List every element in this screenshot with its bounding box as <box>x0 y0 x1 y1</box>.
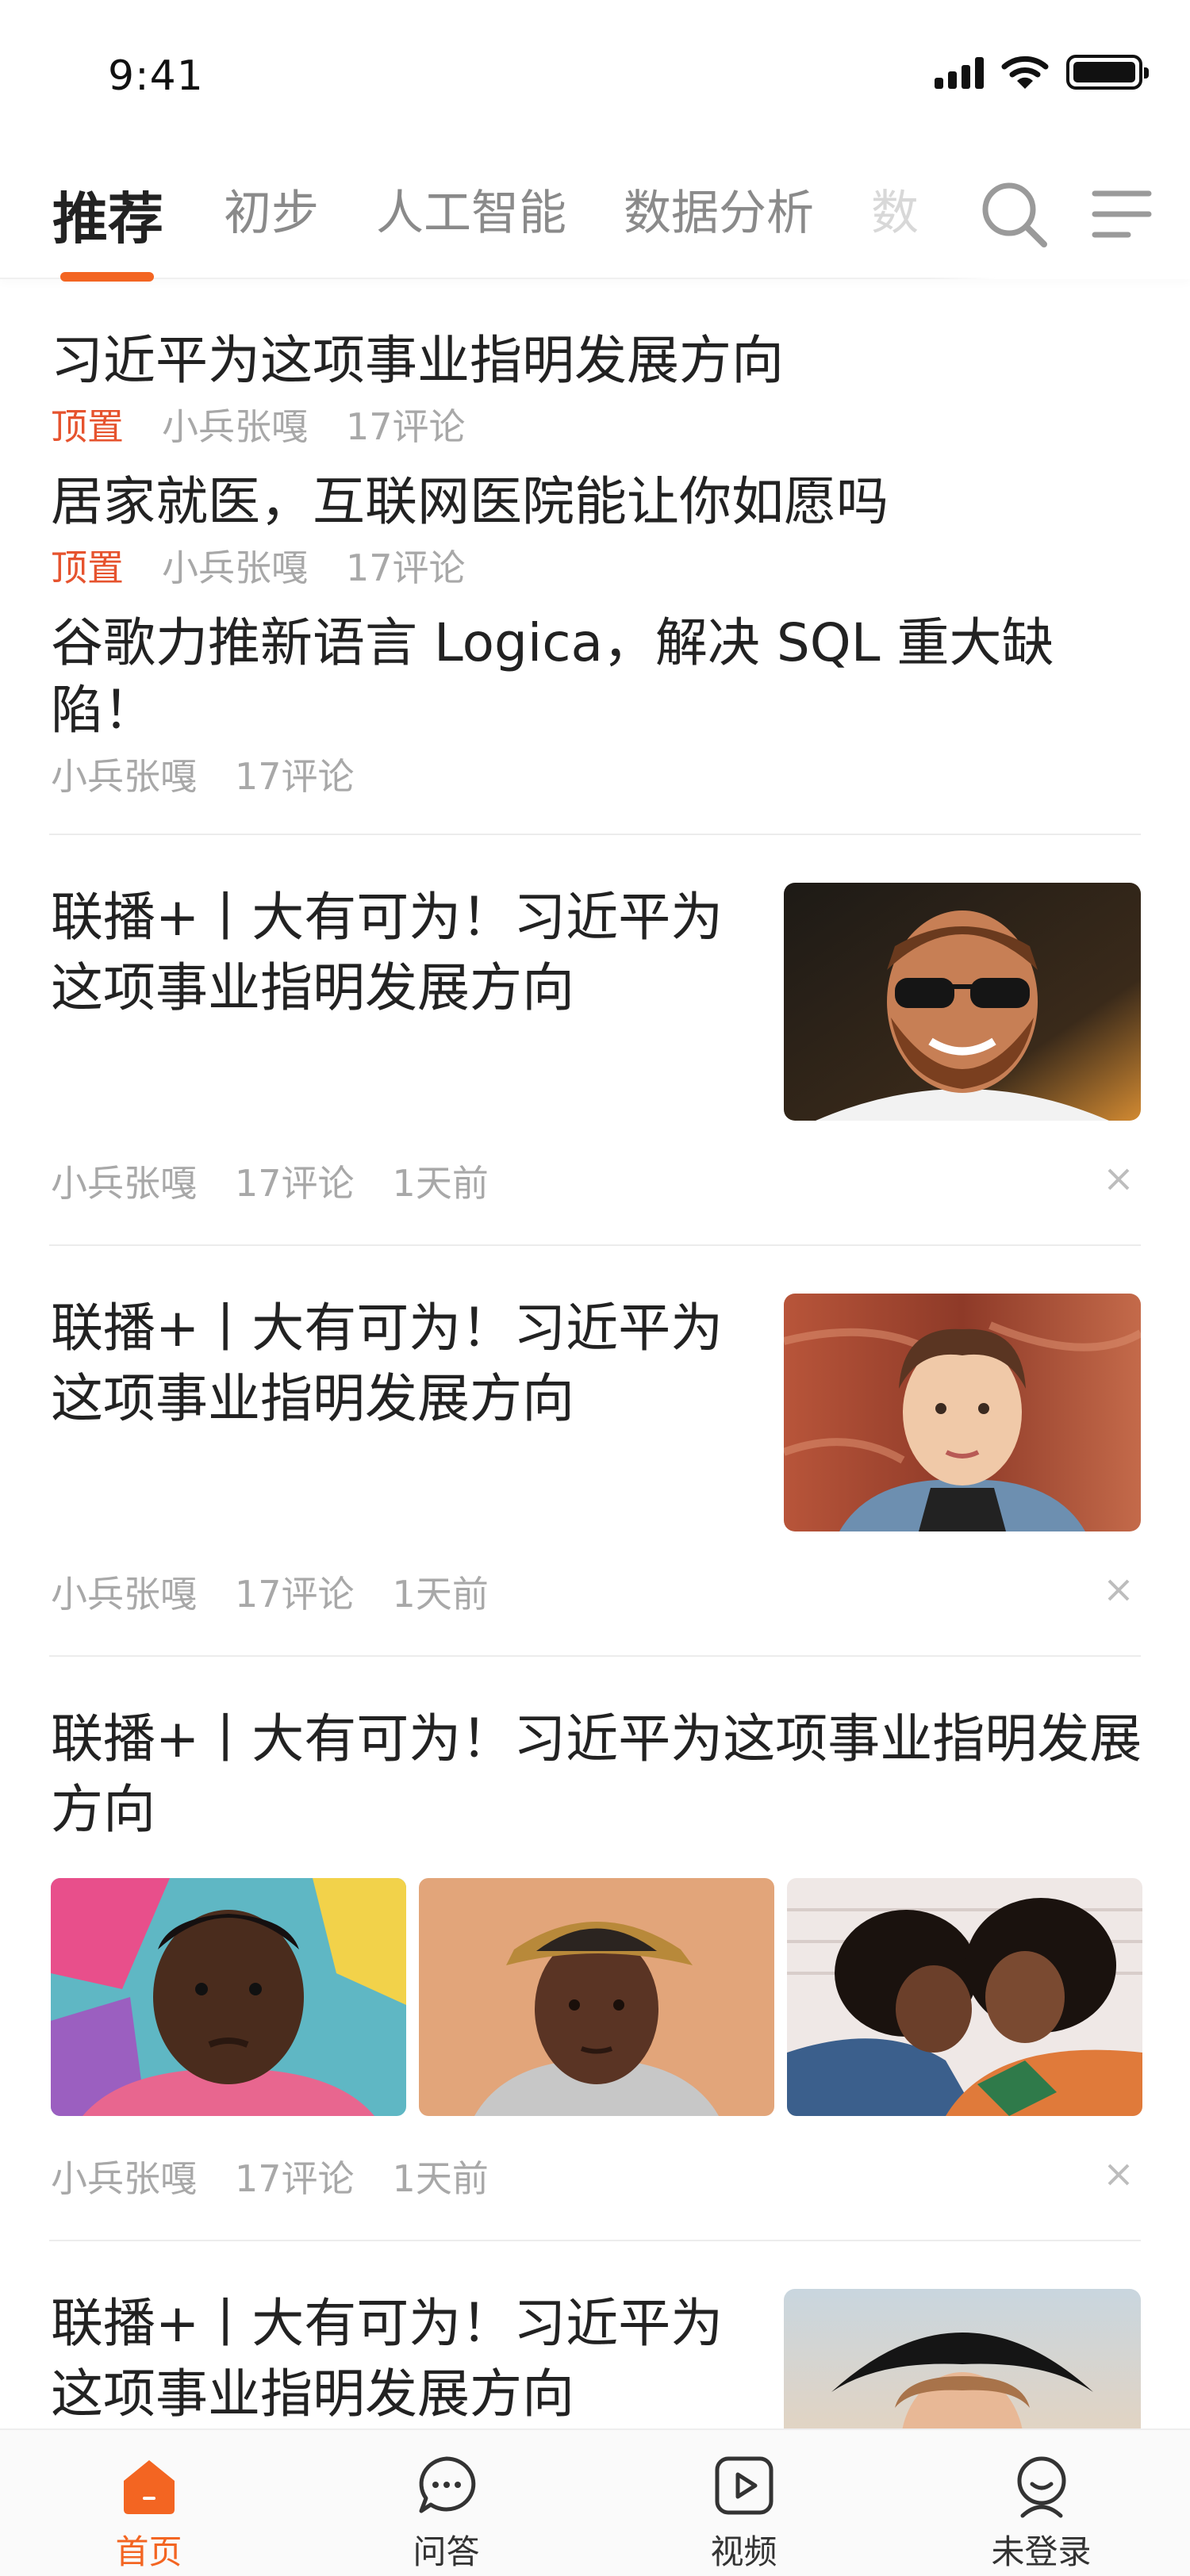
pinned-tag: 顶置 <box>51 546 124 589</box>
nav-profile[interactable]: 未登录 <box>892 2430 1190 2576</box>
nav-home[interactable]: 首页 <box>0 2430 298 2576</box>
article-title: 联播+丨大有可为！习近平为这项事业指明发展方向 <box>51 2293 724 2425</box>
category-tab-bar: 推荐 初步 人工智能 数据分析 数 <box>0 151 1190 282</box>
user-icon <box>1017 2456 1065 2518</box>
battery-icon <box>1066 55 1149 90</box>
article-thumbnail <box>784 883 1141 1121</box>
pinned-item[interactable]: 谷歌力推新语言 Logica，解决 SQL 重大缺陷！ 小兵张嘎 17评论 <box>51 609 1139 801</box>
nav-label: 问答 <box>413 2532 480 2571</box>
comment-count: 17评论 <box>235 1573 355 1616</box>
status-icons <box>935 54 1149 90</box>
article-title: 联播+丨大有可为！习近平为这项事业指明发展方向 <box>51 1708 1142 1840</box>
category-tabs: 推荐 初步 人工智能 数据分析 数 <box>52 174 925 286</box>
article-card[interactable]: 联播+丨大有可为！习近平为这项事业指明发展方向 小兵张嘎 17评论 1天前 <box>0 835 1190 1213</box>
tab-ai[interactable]: 人工智能 <box>376 174 566 275</box>
video-play-icon <box>715 2456 773 2515</box>
menu-icon[interactable] <box>1090 182 1154 246</box>
comment-count: 17评论 <box>346 404 466 448</box>
article-thumbnail <box>51 1878 406 2117</box>
article-meta: 小兵张嘎 17评论 1天前 <box>51 2145 1141 2208</box>
chat-icon <box>419 2456 475 2513</box>
author: 小兵张嘎 <box>51 755 197 799</box>
nav-label: 未登录 <box>991 2532 1092 2571</box>
tab-more[interactable]: 数 <box>871 174 919 275</box>
author: 小兵张嘎 <box>51 1573 197 1616</box>
close-icon[interactable] <box>1103 2159 1134 2191</box>
tab-label: 人工智能 <box>376 186 566 241</box>
comment-count: 17评论 <box>235 2157 355 2201</box>
article-thumbnail <box>784 2289 1141 2428</box>
tab-beginner[interactable]: 初步 <box>224 174 319 275</box>
article-card[interactable]: 联播+丨大有可为！习近平为这项事业指明发展方向 <box>0 2241 1190 2428</box>
publish-time: 1天前 <box>392 1162 489 1206</box>
article-card[interactable]: 联播+丨大有可为！习近平为这项事业指明发展方向 <box>0 1657 1190 2208</box>
article-meta: 小兵张嘎 17评论 <box>51 748 1139 800</box>
nav-label: 首页 <box>115 2532 182 2571</box>
image-gallery <box>51 1878 1142 2117</box>
tab-recommend[interactable]: 推荐 <box>52 174 163 286</box>
bottom-nav: 首页 问答 视频 未登录 <box>0 2428 1190 2576</box>
author: 小兵张嘎 <box>162 404 308 448</box>
article-meta: 小兵张嘎 17评论 1天前 <box>51 1560 1141 1623</box>
nav-label: 视频 <box>710 2532 777 2571</box>
pinned-item[interactable]: 习近平为这项事业指明发展方向 顶置 小兵张嘎 17评论 <box>51 327 1139 450</box>
home-icon <box>123 2460 175 2514</box>
article-title: 联播+丨大有可为！习近平为这项事业指明发展方向 <box>51 887 724 1018</box>
article-meta: 小兵张嘎 17评论 1天前 <box>51 1149 1141 1213</box>
tab-label: 初步 <box>224 186 319 241</box>
comment-count: 17评论 <box>346 546 466 589</box>
comment-count: 17评论 <box>235 755 355 799</box>
nav-qa[interactable]: 问答 <box>298 2430 595 2576</box>
tab-actions <box>928 151 1190 279</box>
tab-label: 数据分析 <box>624 186 814 241</box>
nav-video[interactable]: 视频 <box>595 2430 892 2576</box>
status-time: 9:41 <box>108 52 204 100</box>
news-feed[interactable]: 习近平为这项事业指明发展方向 顶置 小兵张嘎 17评论 居家就医，互联网医院能让… <box>0 279 1190 2428</box>
pinned-item[interactable]: 居家就医，互联网医院能让你如愿吗 顶置 小兵张嘎 17评论 <box>51 468 1139 592</box>
article-title: 习近平为这项事业指明发展方向 <box>51 330 784 391</box>
article-title: 居家就医，互联网医院能让你如愿吗 <box>51 470 889 532</box>
publish-time: 1天前 <box>392 2157 489 2201</box>
author: 小兵张嘎 <box>51 1162 197 1206</box>
article-meta: 顶置 小兵张嘎 17评论 <box>51 398 1139 450</box>
author: 小兵张嘎 <box>162 546 308 589</box>
pinned-tag: 顶置 <box>51 404 124 448</box>
article-card[interactable]: 联播+丨大有可为！习近平为这项事业指明发展方向 小兵张嘎 17评论 1天前 <box>0 1246 1190 1623</box>
article-thumbnail <box>419 1878 774 2117</box>
search-icon[interactable] <box>979 179 1050 251</box>
comment-count: 17评论 <box>235 1162 355 1206</box>
article-meta: 顶置 小兵张嘎 17评论 <box>51 539 1139 592</box>
publish-time: 1天前 <box>392 1573 489 1616</box>
author: 小兵张嘎 <box>51 2157 197 2201</box>
article-title: 谷歌力推新语言 Logica，解决 SQL 重大缺陷！ <box>51 611 1054 742</box>
tab-label: 推荐 <box>52 186 163 251</box>
cellular-signal-icon <box>935 56 984 89</box>
close-icon[interactable] <box>1103 1574 1134 1606</box>
article-thumbnail <box>784 1294 1141 1532</box>
tab-label: 数 <box>871 186 919 241</box>
wifi-icon <box>1001 56 1049 89</box>
close-icon[interactable] <box>1103 1163 1134 1195</box>
article-title: 联播+丨大有可为！习近平为这项事业指明发展方向 <box>51 1298 724 1429</box>
status-bar: 9:41 <box>0 0 1190 151</box>
article-thumbnail <box>787 1878 1142 2117</box>
pinned-list: 习近平为这项事业指明发展方向 顶置 小兵张嘎 17评论 居家就医，互联网医院能让… <box>0 279 1190 800</box>
tab-data-analysis[interactable]: 数据分析 <box>624 174 814 275</box>
